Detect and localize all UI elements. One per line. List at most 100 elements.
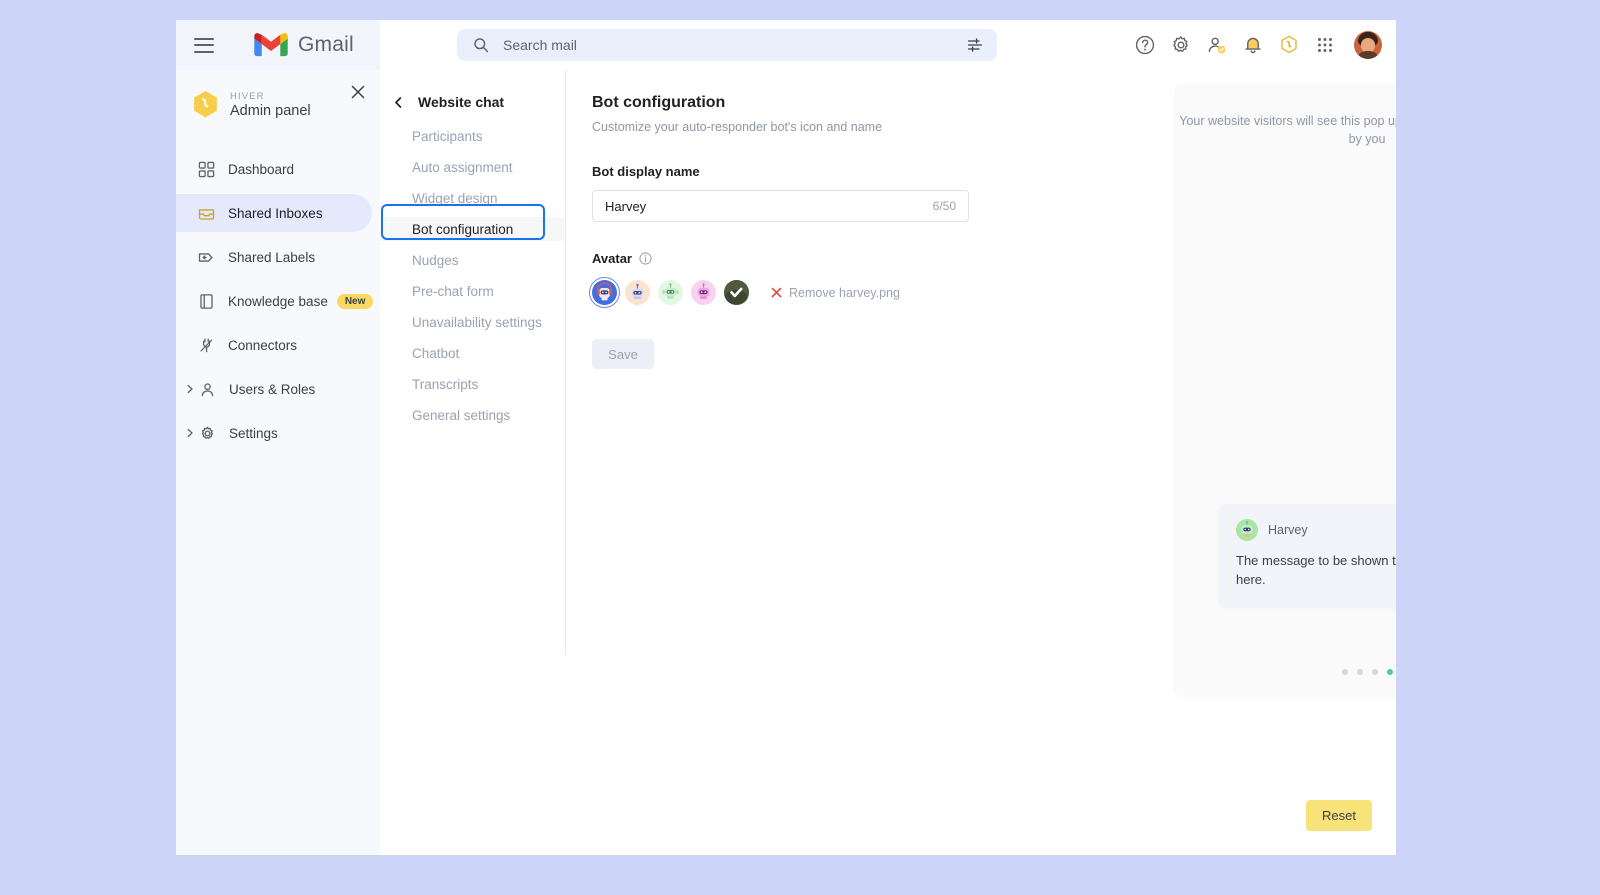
sidebar-item-users-roles[interactable]: Users & Roles — [176, 370, 372, 408]
apps-grid-icon[interactable] — [1314, 34, 1336, 56]
sidebar-item-label: Shared Labels — [228, 249, 316, 265]
char-counter: 6/50 — [932, 199, 956, 213]
midnav-item-label: Auto assignment — [412, 159, 513, 175]
pagination-dot[interactable] — [1356, 669, 1363, 675]
status-badge: New — [336, 293, 374, 309]
notification-bell-icon[interactable] — [1242, 34, 1264, 56]
sidebar-item-settings[interactable]: Settings — [176, 414, 372, 452]
gmail-window: Gmail Search mail HIVER Admin panel Dash… — [176, 20, 1396, 855]
sidebar-item-label: Shared Inboxes — [228, 205, 323, 221]
close-icon[interactable] — [350, 84, 366, 100]
midnav-item-transcripts[interactable]: Transcripts — [380, 372, 565, 396]
help-icon[interactable] — [1134, 34, 1156, 56]
midnav-item-label: Widget design — [412, 190, 498, 206]
chevron-right-icon[interactable] — [184, 427, 196, 439]
search-input[interactable]: Search mail — [503, 37, 967, 53]
search-bar[interactable]: Search mail — [457, 29, 997, 61]
midnav-item-label: Pre-chat form — [412, 283, 494, 299]
hamburger-icon[interactable] — [194, 37, 214, 53]
close-x-icon — [771, 287, 782, 298]
account-check-icon[interactable] — [1206, 34, 1228, 56]
gear-icon[interactable] — [1170, 34, 1192, 56]
widget-preview-panel: Your website visitors will see this pop … — [1174, 84, 1396, 697]
bot-name-value[interactable]: Harvey — [605, 199, 933, 214]
robot-pink-icon — [697, 283, 710, 299]
midnav-item-auto-assignment[interactable]: Auto assignment — [380, 155, 565, 179]
avatar[interactable] — [1354, 31, 1382, 59]
avatar-option-peach-bot[interactable] — [625, 280, 650, 305]
page-title: Website chat — [418, 94, 505, 110]
sidebar-item-label: Users & Roles — [229, 381, 316, 397]
chat-bot-avatar — [1236, 519, 1258, 542]
midnav-item-chatbot[interactable]: Chatbot — [380, 341, 565, 365]
top-bar-left-zone: Gmail — [176, 20, 380, 70]
remove-avatar-button[interactable]: Remove harvey.png — [771, 286, 900, 300]
midnav-item-unavailability-settings[interactable]: Unavailability settings — [380, 310, 565, 334]
avatar-option-pink-bot[interactable] — [691, 280, 716, 305]
avatar-section-label: Avatar — [592, 251, 986, 266]
gmail-mark-icon — [254, 33, 288, 57]
midnav-item-nudges[interactable]: Nudges — [380, 248, 565, 272]
brand-text: HIVER Admin panel — [230, 91, 311, 119]
pagination-dot-active[interactable] — [1386, 669, 1393, 675]
chat-bubble-message: The message to be shown to visitors will… — [1236, 553, 1396, 588]
midnav-item-label: Chatbot — [412, 345, 460, 361]
sidebar-item-label: Connectors — [228, 337, 298, 353]
pagination-dot[interactable] — [1371, 669, 1378, 675]
avatar-picker: Remove harvey.png — [592, 280, 986, 305]
admin-sidebar: HIVER Admin panel Dashboard Shared Inbox… — [176, 70, 380, 855]
top-bar: Gmail Search mail — [176, 20, 1396, 70]
tune-icon[interactable] — [967, 37, 983, 53]
dashboard-grid-icon — [198, 161, 215, 177]
bot-name-label: Bot display name — [592, 164, 700, 179]
preview-pagination-dots — [1174, 669, 1396, 675]
gmail-wordmark: Gmail — [298, 33, 354, 56]
midnav-item-general-settings[interactable]: General settings — [380, 403, 565, 427]
save-button[interactable]: Save — [592, 339, 654, 369]
sidebar-nav: Dashboard Shared Inboxes Shared Labels K… — [176, 150, 380, 452]
brand-title: Admin panel — [230, 103, 311, 119]
chat-bot-name: Harvey — [1268, 523, 1308, 538]
avatar-option-green-bot[interactable] — [658, 280, 683, 305]
sidebar-item-shared-labels[interactable]: Shared Labels — [176, 238, 372, 276]
sidebar-item-label: Settings — [229, 425, 278, 441]
sidebar-item-knowledge-base[interactable]: Knowledge base New — [176, 282, 374, 320]
sidebar-item-connectors[interactable]: Connectors — [176, 326, 372, 364]
midnav-item-label: General settings — [412, 407, 511, 423]
plug-icon — [200, 338, 213, 352]
sidebar-item-label: Dashboard — [228, 161, 295, 177]
midnav-item-pre-chat-form[interactable]: Pre-chat form — [380, 279, 565, 303]
top-bar-actions — [1134, 20, 1382, 70]
avatar-option-uploaded-harvey[interactable] — [724, 280, 749, 305]
chevron-right-icon[interactable] — [184, 383, 196, 395]
pagination-dot[interactable] — [1341, 669, 1348, 675]
content-area: Website chat Participants Auto assignmen… — [380, 70, 1396, 855]
bot-name-input[interactable]: Harvey 6/50 — [592, 190, 969, 222]
robot-peach-icon — [631, 283, 644, 300]
info-icon[interactable] — [639, 252, 652, 265]
bot-configuration-form: Bot configuration Customize your auto-re… — [566, 70, 986, 369]
inbox-icon — [198, 208, 215, 220]
chat-preview-bubble: Harvey The message to be shown to visito… — [1219, 504, 1396, 607]
label-tag-icon — [198, 252, 213, 262]
avatar-option-blue-headset-bot[interactable] — [592, 280, 617, 305]
chevron-left-icon[interactable] — [392, 96, 405, 109]
midnav-item-participants[interactable]: Participants — [380, 124, 565, 148]
robot-green-icon — [1236, 519, 1258, 542]
midnav-item-label: Nudges — [412, 252, 459, 268]
gmail-logo[interactable]: Gmail — [254, 32, 354, 58]
sidebar-item-shared-inboxes[interactable]: Shared Inboxes — [176, 194, 372, 232]
search-icon — [474, 38, 489, 53]
brand-small-label: HIVER — [230, 91, 265, 102]
breadcrumb[interactable]: Website chat — [380, 94, 565, 110]
hiver-hex-icon[interactable] — [1278, 34, 1300, 56]
sidebar-item-dashboard[interactable]: Dashboard — [176, 150, 372, 188]
remove-avatar-label: Remove harvey.png — [789, 285, 900, 300]
reset-button[interactable]: Reset — [1306, 800, 1372, 831]
uploaded-image-check-icon — [724, 280, 749, 305]
chat-bubble-header: Harvey — [1236, 519, 1396, 542]
hiver-logo-icon — [194, 91, 217, 118]
midnav-item-widget-design[interactable]: Widget design — [380, 186, 565, 210]
robot-headset-icon — [596, 282, 613, 301]
midnav-item-bot-configuration[interactable]: Bot configuration — [380, 217, 565, 241]
